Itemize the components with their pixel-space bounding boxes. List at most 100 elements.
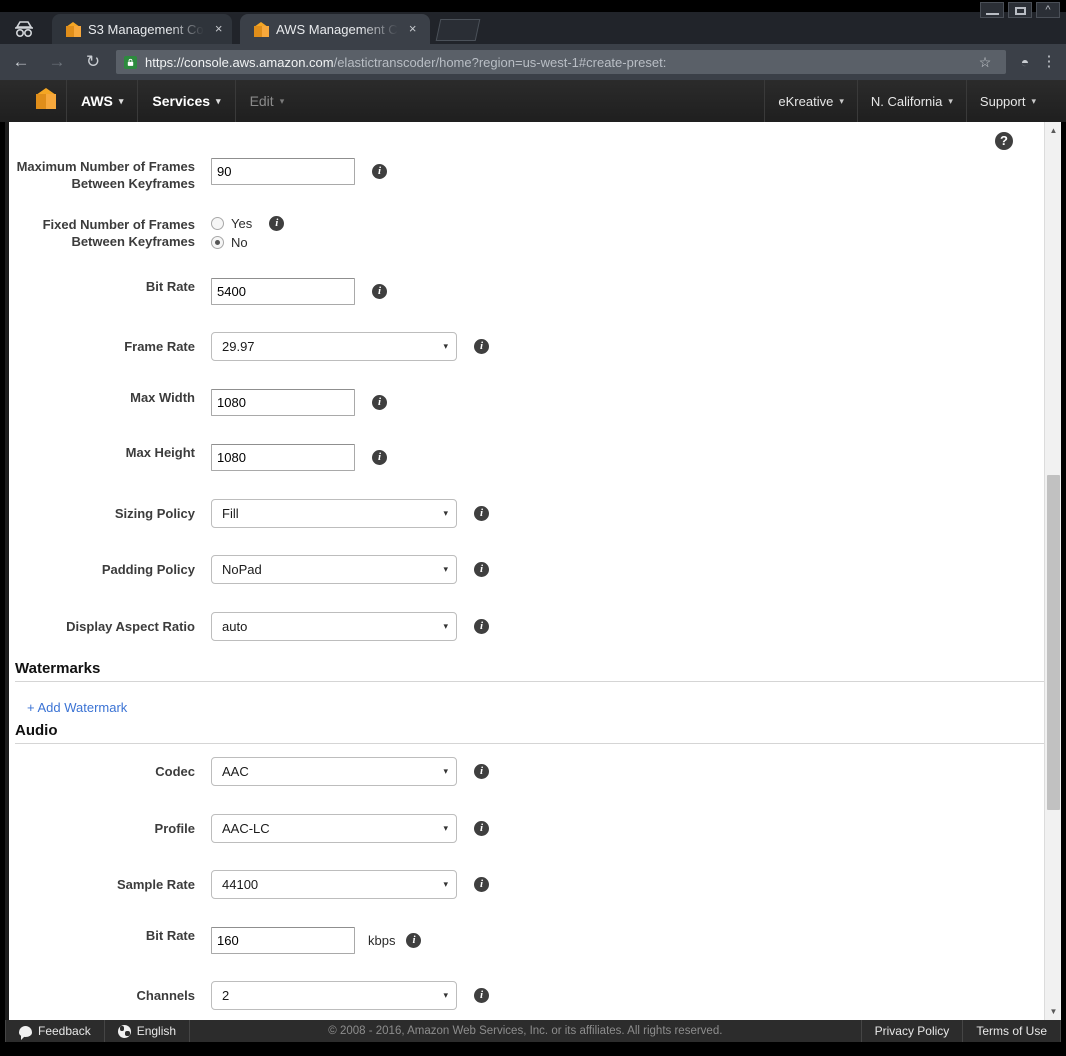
page-scrollbar[interactable]: ▲ ▼	[1044, 122, 1061, 1020]
incognito-icon	[10, 17, 38, 41]
scrollbar-thumb[interactable]	[1047, 475, 1060, 810]
add-watermark-link[interactable]: + Add Watermark	[27, 700, 127, 715]
chevron-down-icon: ▾	[443, 564, 448, 575]
field-control: i	[211, 158, 387, 185]
field-row-frame-rate: Frame Rate 29.97 ▾ i	[9, 332, 1044, 361]
sample-rate-select[interactable]: 44100 ▾	[211, 870, 457, 899]
nav-item-region[interactable]: N. California ▾	[857, 80, 966, 122]
field-control: AAC-LC ▾ i	[211, 814, 489, 843]
field-control: NoPad ▾ i	[211, 555, 489, 584]
audio-bit-rate-input[interactable]	[211, 927, 355, 954]
nav-item-label: AWS	[81, 93, 113, 109]
language-label: English	[137, 1024, 176, 1038]
aws-cube-icon	[66, 22, 81, 37]
nav-item-services[interactable]: Services ▾	[137, 80, 234, 122]
feedback-button[interactable]: Feedback	[6, 1020, 104, 1042]
bookmark-star-icon[interactable]: ☆	[972, 54, 998, 71]
footer-divider	[1060, 1020, 1061, 1042]
address-bar[interactable]: https://console.aws.amazon.com/elastictr…	[116, 50, 1006, 74]
privacy-policy-link[interactable]: Privacy Policy	[862, 1020, 963, 1042]
scroll-down-icon[interactable]: ▼	[1045, 1003, 1061, 1020]
info-icon[interactable]: i	[372, 164, 387, 179]
radio-icon-selected[interactable]	[211, 236, 224, 249]
maximize-button[interactable]	[1008, 2, 1032, 18]
field-label: Fixed Number of Frames Between Keyframes	[9, 216, 211, 250]
info-icon[interactable]: i	[474, 619, 489, 634]
max-height-input[interactable]	[211, 444, 355, 471]
chevron-down-icon: ▾	[443, 823, 448, 834]
select-value: 29.97	[222, 339, 443, 354]
close-window-button[interactable]: ^	[1036, 2, 1060, 18]
browser-menu-icon[interactable]: ⋮	[1038, 58, 1066, 66]
field-control: i	[211, 278, 387, 305]
chevron-down-icon: ▾	[443, 766, 448, 777]
field-row-max-height: Max Height i	[9, 444, 1044, 471]
info-icon[interactable]: i	[474, 506, 489, 521]
info-icon[interactable]: i	[474, 339, 489, 354]
section-title: Watermarks	[15, 660, 1044, 681]
field-row-fixed-frames-between-keyframes: Fixed Number of Frames Between Keyframes…	[9, 216, 1044, 250]
globe-icon	[118, 1025, 131, 1038]
back-icon[interactable]: ←	[6, 47, 36, 77]
help-icon[interactable]: ?	[995, 132, 1013, 150]
nav-item-account[interactable]: eKreative ▾	[764, 80, 856, 122]
language-button[interactable]: English	[105, 1020, 189, 1042]
feedback-label: Feedback	[38, 1024, 91, 1038]
audio-codec-select[interactable]: AAC ▾	[211, 757, 457, 786]
padding-policy-select[interactable]: NoPad ▾	[211, 555, 457, 584]
radio-icon[interactable]	[211, 217, 224, 230]
aws-logo-icon[interactable]	[36, 88, 56, 114]
browser-tab-1[interactable]: AWS Management C ×	[240, 14, 430, 44]
max-width-input[interactable]	[211, 389, 355, 416]
chevron-down-icon: ▾	[443, 990, 448, 1001]
info-icon[interactable]: i	[269, 216, 284, 231]
field-control: Fill ▾ i	[211, 499, 489, 528]
terms-of-use-link[interactable]: Terms of Use	[963, 1020, 1060, 1042]
url-host: https://console.aws.amazon.com	[145, 55, 334, 70]
nav-item-edit[interactable]: Edit ▾	[235, 80, 299, 122]
info-icon[interactable]: i	[474, 821, 489, 836]
max-frames-between-keyframes-input[interactable]	[211, 158, 355, 185]
audio-profile-select[interactable]: AAC-LC ▾	[211, 814, 457, 843]
sizing-policy-select[interactable]: Fill ▾	[211, 499, 457, 528]
display-aspect-ratio-select[interactable]: auto ▾	[211, 612, 457, 641]
field-control: i	[211, 389, 387, 416]
field-row-audio-codec: Codec AAC ▾ i	[9, 757, 1044, 786]
field-label: Max Height	[9, 444, 211, 461]
field-row-audio-bit-rate: Bit Rate kbps i	[9, 927, 1044, 954]
new-tab-button[interactable]	[436, 19, 481, 41]
info-icon[interactable]: i	[372, 450, 387, 465]
info-icon[interactable]: i	[372, 395, 387, 410]
frame-rate-select[interactable]: 29.97 ▾	[211, 332, 457, 361]
nav-item-label: Edit	[250, 93, 274, 109]
tab-close-icon[interactable]: ×	[406, 22, 420, 36]
tab-close-icon[interactable]: ×	[212, 22, 226, 36]
info-icon[interactable]: i	[406, 933, 421, 948]
field-row-max-frames-between-keyframes: Maximum Number of Frames Between Keyfram…	[9, 158, 1044, 192]
radio-option-no[interactable]: No	[211, 235, 252, 250]
info-icon[interactable]: i	[474, 562, 489, 577]
info-icon[interactable]: i	[474, 764, 489, 779]
chevron-down-icon: ▾	[443, 621, 448, 632]
scroll-up-icon[interactable]: ▲	[1045, 122, 1061, 139]
minimize-button[interactable]	[980, 2, 1004, 18]
forward-icon[interactable]: →	[42, 47, 72, 77]
select-value: Fill	[222, 506, 443, 521]
tab-title: AWS Management C	[276, 22, 398, 37]
nav-item-support[interactable]: Support ▾	[966, 80, 1066, 122]
field-label: Sizing Policy	[9, 499, 211, 522]
info-icon[interactable]: i	[474, 988, 489, 1003]
reload-icon[interactable]: ↻	[78, 47, 108, 77]
nav-item-label: eKreative	[778, 94, 833, 109]
channels-select[interactable]: 2 ▾	[211, 981, 457, 1010]
nav-item-aws[interactable]: AWS ▾	[66, 80, 137, 122]
chevron-down-icon: ▾	[443, 508, 448, 519]
section-watermarks: Watermarks	[15, 660, 1044, 682]
browser-tab-0[interactable]: S3 Management Co ×	[52, 14, 232, 44]
profile-icon[interactable]: ◓	[1012, 54, 1038, 70]
video-bit-rate-input[interactable]	[211, 278, 355, 305]
info-icon[interactable]: i	[372, 284, 387, 299]
terms-of-use-label: Terms of Use	[976, 1024, 1047, 1038]
radio-option-yes[interactable]: Yes	[211, 216, 252, 231]
info-icon[interactable]: i	[474, 877, 489, 892]
